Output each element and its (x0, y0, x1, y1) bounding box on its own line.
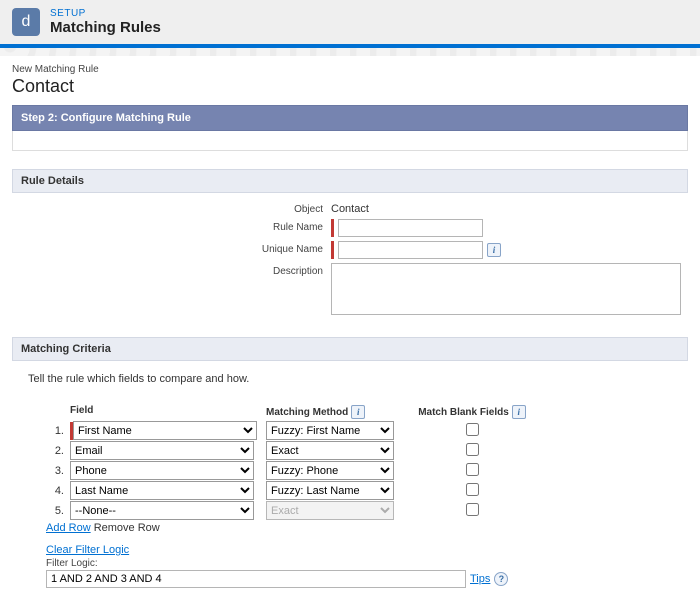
tips-link[interactable]: Tips (470, 573, 490, 585)
blank-col-label: Match Blank Fields (418, 407, 509, 418)
matching-criteria-body: Tell the rule which fields to compare an… (12, 361, 688, 606)
criteria-row: 4.Last Name Fuzzy: Last Name (46, 481, 684, 500)
app-icon: d (12, 8, 40, 36)
object-value: Contact (331, 201, 369, 215)
match-blank-checkbox[interactable] (466, 463, 479, 476)
rule-name-input[interactable] (338, 219, 483, 237)
step-spacer (12, 131, 688, 151)
description-row: Description (16, 263, 684, 315)
row-number: 1. (46, 425, 70, 437)
remove-row-text: Remove Row (94, 522, 160, 534)
method-select[interactable]: Fuzzy: First Name (266, 421, 394, 440)
add-row-link[interactable]: Add Row (46, 522, 91, 534)
row-links: Add Row Remove Row (46, 522, 684, 534)
info-icon[interactable]: i (512, 405, 526, 419)
top-header: d SETUP Matching Rules (0, 0, 700, 48)
method-select: Exact (266, 501, 394, 520)
unique-name-label: Unique Name (16, 241, 331, 255)
criteria-head: Field Matching Methodi Match Blank Field… (46, 405, 684, 419)
row-number: 5. (46, 505, 70, 517)
row-number: 2. (46, 445, 70, 457)
method-select[interactable]: Fuzzy: Last Name (266, 481, 394, 500)
criteria-row: 5.--None-- Exact (46, 501, 684, 520)
unique-name-input[interactable] (338, 241, 483, 259)
criteria-row: 3.Phone Fuzzy: Phone (46, 461, 684, 480)
required-indicator (331, 241, 334, 259)
field-select[interactable]: Phone (70, 461, 254, 480)
header-text-block: SETUP Matching Rules (50, 8, 161, 36)
match-blank-checkbox[interactable] (466, 443, 479, 456)
info-icon[interactable]: i (487, 243, 501, 257)
field-col-label: Field (70, 405, 266, 416)
rule-name-label: Rule Name (16, 219, 331, 233)
criteria-instructions: Tell the rule which fields to compare an… (28, 373, 684, 385)
breadcrumb: New Matching Rule (12, 64, 688, 75)
filter-section: Clear Filter Logic Filter Logic: Tips ? (46, 544, 684, 588)
step-bar: Step 2: Configure Matching Rule (12, 105, 688, 131)
row-number: 3. (46, 465, 70, 477)
rule-name-row: Rule Name (16, 219, 684, 237)
field-select[interactable]: --None-- (70, 501, 254, 520)
description-textarea[interactable] (331, 263, 681, 315)
required-indicator (331, 219, 334, 237)
help-icon[interactable]: ? (494, 572, 508, 586)
match-blank-checkbox[interactable] (466, 483, 479, 496)
match-blank-checkbox[interactable] (466, 423, 479, 436)
method-col-label: Matching Method (266, 407, 348, 418)
method-select[interactable]: Exact (266, 441, 394, 460)
setup-label: SETUP (50, 8, 161, 19)
page-heading: Contact (12, 76, 688, 97)
match-blank-checkbox[interactable] (466, 503, 479, 516)
method-select[interactable]: Fuzzy: Phone (266, 461, 394, 480)
info-icon[interactable]: i (351, 405, 365, 419)
criteria-table: Field Matching Methodi Match Blank Field… (46, 405, 684, 520)
row-number: 4. (46, 485, 70, 497)
description-label: Description (16, 263, 331, 277)
rule-details-header: Rule Details (12, 169, 688, 193)
criteria-row: 2.Email Exact (46, 441, 684, 460)
page-body: New Matching Rule Contact Step 2: Config… (0, 56, 700, 614)
wave-divider (0, 48, 700, 56)
criteria-row: 1.First Name Fuzzy: First Name (46, 421, 684, 440)
field-select[interactable]: First Name (73, 421, 257, 440)
clear-filter-link[interactable]: Clear Filter Logic (46, 544, 129, 556)
rule-details-body: Object Contact Rule Name Unique Name i D… (12, 193, 688, 337)
matching-criteria-header: Matching Criteria (12, 337, 688, 361)
object-row: Object Contact (16, 201, 684, 215)
field-select[interactable]: Last Name (70, 481, 254, 500)
object-label: Object (16, 201, 331, 215)
page-title: Matching Rules (50, 19, 161, 36)
filter-logic-input[interactable] (46, 570, 466, 588)
unique-name-row: Unique Name i (16, 241, 684, 259)
field-select[interactable]: Email (70, 441, 254, 460)
filter-logic-label: Filter Logic: (46, 558, 684, 569)
